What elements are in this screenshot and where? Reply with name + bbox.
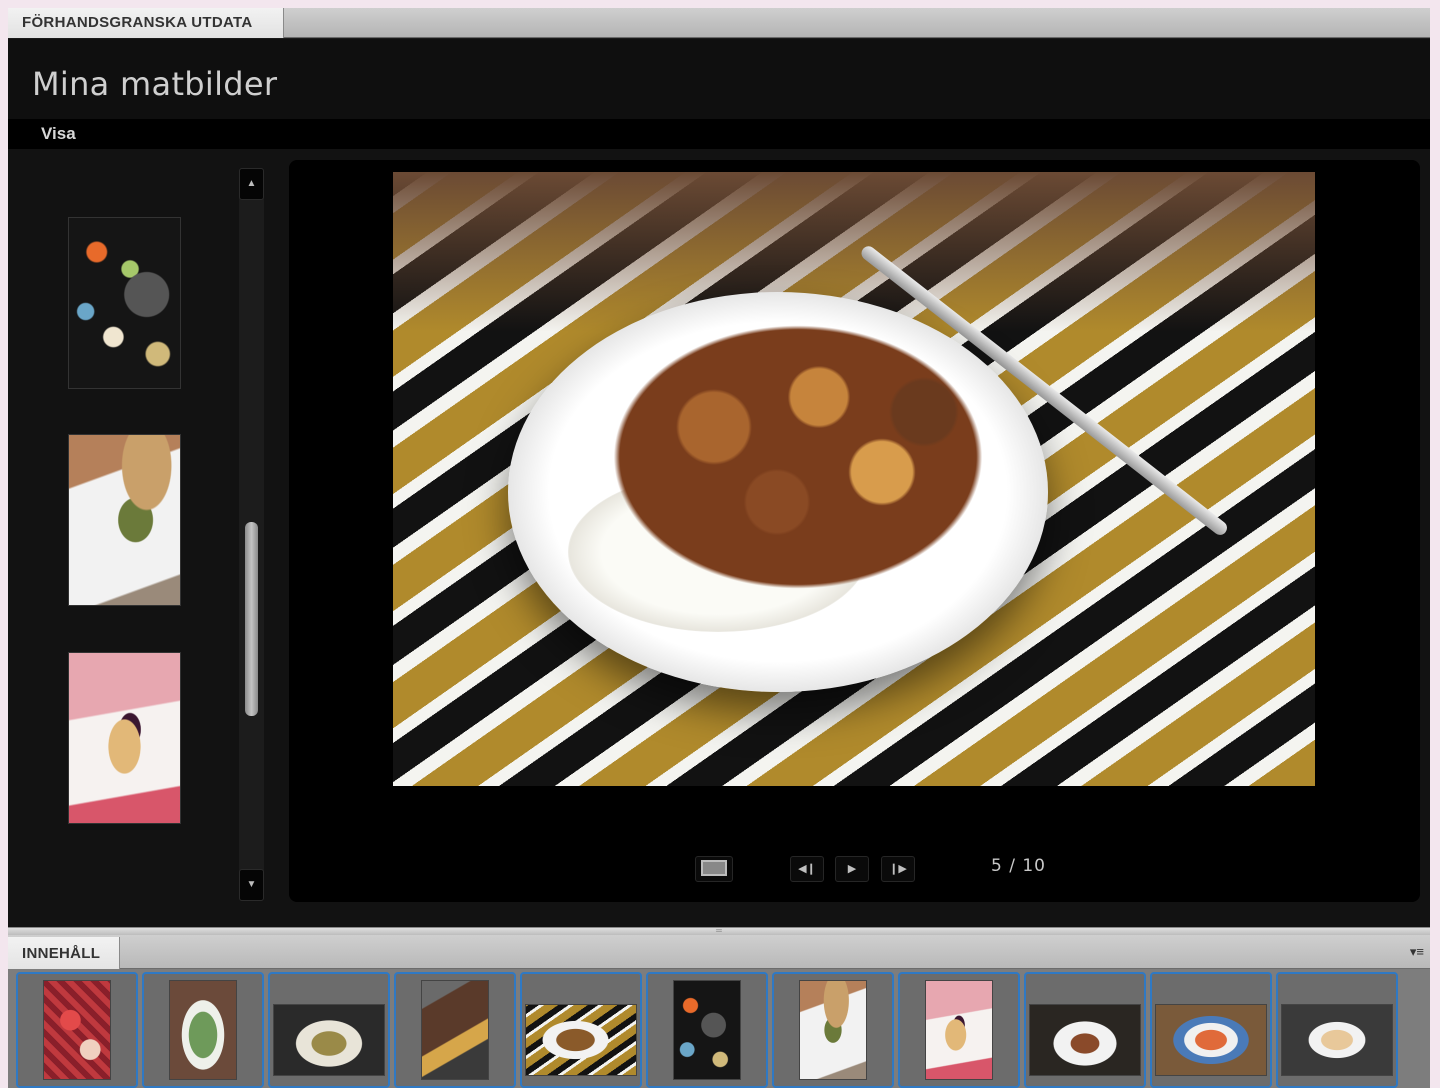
content-item[interactable] (268, 972, 390, 1088)
tab-content[interactable]: INNEHÅLL (8, 937, 120, 969)
scroll-down-button[interactable]: ▼ (239, 869, 264, 901)
panel-resize-grip[interactable]: ═ (8, 927, 1430, 935)
content-thumbnail (525, 1004, 637, 1076)
content-thumbnail (1029, 1004, 1141, 1076)
content-thumbnail (421, 980, 489, 1080)
fullscreen-icon (701, 860, 727, 877)
next-button[interactable]: ❙▶ (881, 856, 915, 882)
filmstrip-scrollbar[interactable]: ▲ ▼ (239, 168, 264, 901)
content-item[interactable] (1276, 972, 1398, 1088)
gallery-main: ▲ ▼ ◀❙ ▶ ❙▶ 5 / 10 (8, 149, 1430, 927)
panel-menu-icon[interactable]: ▾≡ (1410, 944, 1424, 960)
gallery-header: Mina matbilder (8, 39, 1430, 119)
content-item[interactable] (520, 972, 642, 1088)
content-item[interactable] (142, 972, 264, 1088)
previous-button[interactable]: ◀❙ (790, 856, 824, 882)
content-thumbnail (273, 1004, 385, 1076)
filmstrip-thumbnail[interactable] (68, 434, 181, 606)
filmstrip-thumbnail[interactable] (68, 652, 181, 824)
view-menu[interactable]: Visa (41, 124, 76, 144)
play-icon: ▶ (847, 863, 857, 875)
filmstrip-column: ▲ ▼ (8, 149, 284, 927)
content-strip (8, 969, 1430, 1088)
content-item[interactable] (772, 972, 894, 1088)
image-counter: 5 / 10 (991, 856, 1046, 876)
content-thumbnail (1281, 1004, 1393, 1076)
content-thumbnail (1155, 1004, 1267, 1076)
filmstrip-thumbnail[interactable] (68, 217, 181, 389)
scroll-up-button[interactable]: ▲ (239, 168, 264, 200)
slideshow-controls: ◀❙ ▶ ❙▶ 5 / 10 (289, 850, 1420, 890)
content-thumbnail (169, 980, 237, 1080)
content-item[interactable] (898, 972, 1020, 1088)
content-panel-header: INNEHÅLL ▾≡ (8, 935, 1430, 969)
content-item[interactable] (1150, 972, 1272, 1088)
tab-preview-output[interactable]: FÖRHANDSGRANSKA UTDATA (8, 8, 284, 38)
play-button[interactable]: ▶ (835, 856, 869, 882)
fullscreen-button[interactable] (695, 856, 733, 882)
image-stage: ◀❙ ▶ ❙▶ 5 / 10 (289, 160, 1420, 902)
gallery-title: Mina matbilder (32, 65, 278, 103)
content-item[interactable] (1024, 972, 1146, 1088)
content-thumbnail (43, 980, 111, 1080)
next-icon: ❙▶ (889, 863, 907, 875)
content-thumbnail (925, 980, 993, 1080)
preview-tab-strip: FÖRHANDSGRANSKA UTDATA (8, 8, 1430, 38)
preview-window: FÖRHANDSGRANSKA UTDATA Mina matbilder Vi… (8, 8, 1430, 1088)
content-item[interactable] (646, 972, 768, 1088)
previous-icon: ◀❙ (798, 863, 816, 875)
content-thumbnail (799, 980, 867, 1080)
main-photo[interactable] (393, 172, 1315, 786)
content-item[interactable] (16, 972, 138, 1088)
content-thumbnail (673, 980, 741, 1080)
scrollbar-thumb[interactable] (245, 522, 258, 716)
content-item[interactable] (394, 972, 516, 1088)
view-bar: Visa (8, 119, 1430, 149)
